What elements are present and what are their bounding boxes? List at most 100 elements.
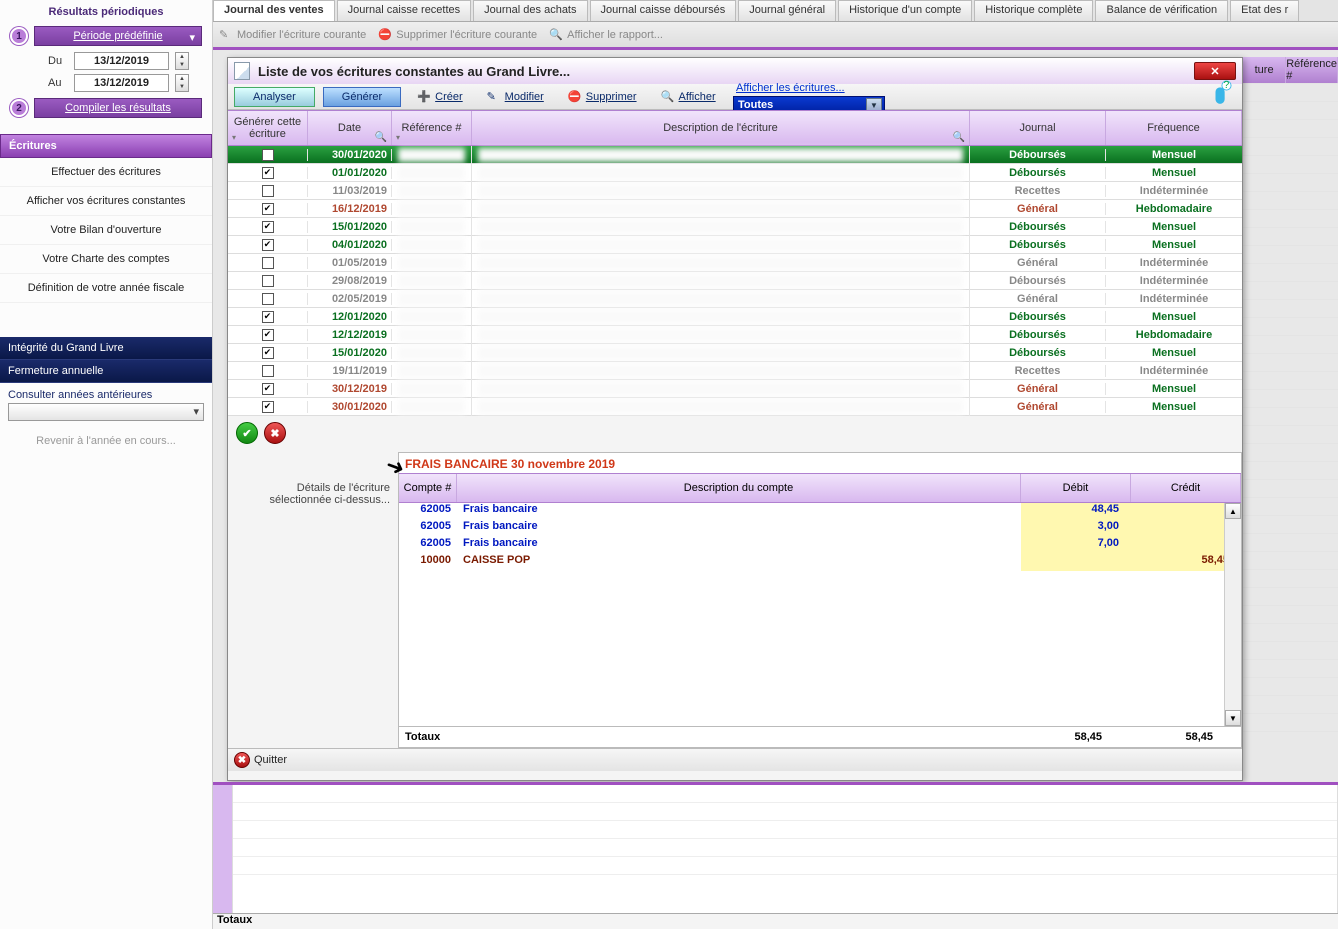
table-row[interactable]: ✔16/12/2019GénéralHebdomadaire <box>228 200 1242 218</box>
period-predefined-button[interactable]: Période prédéfinie▾ <box>34 26 202 46</box>
table-row[interactable]: 19/11/2019RecettesIndéterminée <box>228 362 1242 380</box>
row-checkbox[interactable] <box>262 365 274 377</box>
chevron-down-icon: ▾ <box>189 31 195 44</box>
sidebar-link-2[interactable]: Votre Bilan d'ouverture <box>0 216 212 245</box>
sidebar-link-3[interactable]: Votre Charte des comptes <box>0 245 212 274</box>
col-description[interactable]: Description de l'écriture🔍 <box>472 111 970 145</box>
detail-scrollbar[interactable]: ▲▼ <box>1224 503 1241 726</box>
entries-grid: ▾Générer cette écriture Date🔍 ▾Référence… <box>228 110 1242 416</box>
col-journal[interactable]: Journal <box>970 111 1106 145</box>
compile-results-button[interactable]: Compiler les résultats <box>34 98 202 118</box>
modal-title: Liste de vos écritures constantes au Gra… <box>258 64 1186 79</box>
detail-row[interactable]: 62005Frais bancaire3,00 <box>399 520 1241 537</box>
tab-7[interactable]: Balance de vérification <box>1095 0 1228 21</box>
table-row[interactable]: ✔12/01/2020DéboursésMensuel <box>228 308 1242 326</box>
pencil-icon: ✎ <box>487 90 501 104</box>
detail-row[interactable]: 62005Frais bancaire7,00 <box>399 537 1241 554</box>
date-from-spinner[interactable]: ▲▼ <box>175 52 189 70</box>
table-row[interactable]: ✔01/01/2020DéboursésMensuel <box>228 164 1242 182</box>
toolbar: ✎Modifier l'écriture courante ⛔Supprimer… <box>213 22 1338 50</box>
table-row[interactable]: ✔30/12/2019GénéralMensuel <box>228 380 1242 398</box>
row-checkbox[interactable] <box>262 293 274 305</box>
dcol-description[interactable]: Description du compte <box>457 474 1021 502</box>
row-checkbox[interactable]: ✔ <box>262 221 274 233</box>
table-row[interactable]: 29/08/2019DéboursésIndéterminée <box>228 272 1242 290</box>
table-row[interactable]: ✔15/01/2020DéboursésMensuel <box>228 344 1242 362</box>
show-report-link[interactable]: 🔍Afficher le rapport... <box>549 28 663 42</box>
dcol-compte[interactable]: Compte # <box>399 474 457 502</box>
delete-entry-link[interactable]: ⛔Supprimer l'écriture courante <box>378 28 537 42</box>
row-checkbox[interactable] <box>262 257 274 269</box>
ecritures-header: Écritures <box>0 134 212 158</box>
modify-entry-link[interactable]: ✎Modifier l'écriture courante <box>219 28 366 42</box>
generer-button[interactable]: Générer <box>323 87 401 107</box>
svg-text:?: ? <box>1224 80 1230 91</box>
tab-0[interactable]: Journal des ventes <box>213 0 335 21</box>
tab-8[interactable]: Etat des r <box>1230 0 1299 21</box>
row-checkbox[interactable]: ✔ <box>262 347 274 359</box>
tabs-bar: Journal des ventesJournal caisse recette… <box>213 0 1338 22</box>
cancel-button[interactable]: ✖ <box>264 422 286 444</box>
table-row[interactable]: 11/03/2019RecettesIndéterminée <box>228 182 1242 200</box>
tab-5[interactable]: Historique d'un compte <box>838 0 972 21</box>
table-row[interactable]: ✔30/01/2020DéboursésMensuel <box>228 146 1242 164</box>
dcol-credit[interactable]: Crédit <box>1131 474 1241 502</box>
analyser-button[interactable]: Analyser <box>234 87 315 107</box>
step-1-badge: 1 <box>10 27 28 45</box>
table-row[interactable]: 02/05/2019GénéralIndéterminée <box>228 290 1242 308</box>
back-to-current-year-link[interactable]: Revenir à l'année en cours... <box>0 427 212 455</box>
magnifier-icon: 🔍 <box>375 132 387 143</box>
date-from-input[interactable] <box>74 52 169 70</box>
row-checkbox[interactable]: ✔ <box>262 383 274 395</box>
date-to-spinner[interactable]: ▲▼ <box>175 74 189 92</box>
tab-3[interactable]: Journal caisse déboursés <box>590 0 737 21</box>
table-row[interactable]: 01/05/2019GénéralIndéterminée <box>228 254 1242 272</box>
creer-button[interactable]: ➕Créer <box>409 88 471 106</box>
row-checkbox[interactable] <box>262 275 274 287</box>
sidebar-link-1[interactable]: Afficher vos écritures constantes <box>0 187 212 216</box>
row-checkbox[interactable]: ✔ <box>262 149 274 161</box>
date-to-input[interactable] <box>74 74 169 92</box>
table-row[interactable]: ✔12/12/2019DéboursésHebdomadaire <box>228 326 1242 344</box>
col-generate[interactable]: ▾Générer cette écriture <box>228 111 308 145</box>
sidebar-link-4[interactable]: Définition de votre année fiscale <box>0 274 212 303</box>
magnifier-icon: 🔍 <box>661 90 675 104</box>
row-checkbox[interactable] <box>262 185 274 197</box>
dcol-debit[interactable]: Débit <box>1021 474 1131 502</box>
detail-row[interactable]: 10000CAISSE POP58,45 <box>399 554 1241 571</box>
tab-4[interactable]: Journal général <box>738 0 836 21</box>
consult-years-dropdown[interactable] <box>8 403 204 421</box>
document-icon <box>234 62 250 80</box>
table-row[interactable]: ✔15/01/2020DéboursésMensuel <box>228 218 1242 236</box>
bg-grid-header: ture Référence # <box>1243 57 1338 83</box>
close-button[interactable]: ✕ <box>1194 62 1236 80</box>
row-checkbox[interactable]: ✔ <box>262 239 274 251</box>
tab-2[interactable]: Journal des achats <box>473 0 587 21</box>
afficher-ecritures-link[interactable]: Afficher les écritures... <box>736 82 845 94</box>
col-date[interactable]: Date🔍 <box>308 111 392 145</box>
main-area: Journal des ventesJournal caisse recette… <box>213 0 1338 929</box>
sidebar-link-0[interactable]: Effectuer des écritures <box>0 158 212 187</box>
afficher-button[interactable]: 🔍Afficher <box>653 88 724 106</box>
row-checkbox[interactable]: ✔ <box>262 203 274 215</box>
row-checkbox[interactable]: ✔ <box>262 329 274 341</box>
confirm-button[interactable]: ✔ <box>236 422 258 444</box>
minus-circle-icon: ⛔ <box>568 90 582 104</box>
help-icon[interactable]: ? <box>1210 80 1232 108</box>
table-row[interactable]: ✔30/01/2020GénéralMensuel <box>228 398 1242 416</box>
dark-item-0[interactable]: Intégrité du Grand Livre <box>0 337 212 360</box>
dark-item-1[interactable]: Fermeture annuelle <box>0 360 212 383</box>
col-reference[interactable]: ▾Référence # <box>392 111 472 145</box>
row-checkbox[interactable]: ✔ <box>262 167 274 179</box>
supprimer-button[interactable]: ⛔Supprimer <box>560 88 645 106</box>
modifier-button[interactable]: ✎Modifier <box>479 88 552 106</box>
table-row[interactable]: ✔04/01/2020DéboursésMensuel <box>228 236 1242 254</box>
tab-1[interactable]: Journal caisse recettes <box>337 0 472 21</box>
tab-6[interactable]: Historique complète <box>974 0 1093 21</box>
col-frequency[interactable]: Fréquence <box>1106 111 1242 145</box>
row-checkbox[interactable]: ✔ <box>262 401 274 413</box>
detail-row[interactable]: 62005Frais bancaire48,45 <box>399 503 1241 520</box>
row-checkbox[interactable]: ✔ <box>262 311 274 323</box>
bg-header-ture: ture <box>1243 57 1286 83</box>
quit-button[interactable]: ✖Quitter <box>234 752 287 768</box>
